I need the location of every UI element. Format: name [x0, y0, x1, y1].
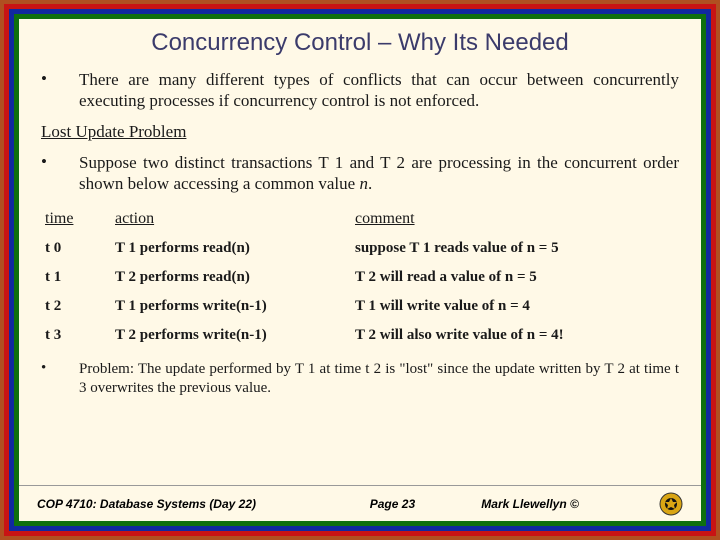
header-action: action [111, 204, 351, 234]
scenario-suffix: . [368, 174, 372, 193]
scenario-prefix: Suppose two distinct transactions T 1 an… [79, 153, 679, 193]
scenario-var: n [359, 174, 368, 193]
cell-comment: suppose T 1 reads value of n = 5 [351, 234, 679, 263]
bullet-marker: • [41, 69, 79, 112]
slide-footer: COP 4710: Database Systems (Day 22) Page… [19, 485, 701, 521]
cell-action: T 2 performs read(n) [111, 263, 351, 292]
slide-frame-outer: Concurrency Control – Why Its Needed • T… [0, 0, 720, 540]
section-heading: Lost Update Problem [41, 122, 679, 142]
cell-time: t 3 [41, 321, 111, 350]
slide-title: Concurrency Control – Why Its Needed [41, 29, 679, 57]
cell-time: t 0 [41, 234, 111, 263]
cell-action: T 1 performs read(n) [111, 234, 351, 263]
cell-comment: T 1 will write value of n = 4 [351, 292, 679, 321]
footer-page: Page 23 [304, 497, 482, 511]
slide-content: Concurrency Control – Why Its Needed • T… [19, 19, 701, 521]
problem-bullet: • Problem: The update performed by T 1 a… [41, 360, 679, 398]
table-row: t 3 T 2 performs write(n-1) T 2 will als… [41, 321, 679, 350]
slide-frame-green: Concurrency Control – Why Its Needed • T… [14, 14, 706, 526]
bullet-marker: • [41, 152, 79, 195]
intro-bullet: • There are many different types of conf… [41, 69, 679, 112]
cell-comment: T 2 will also write value of n = 4! [351, 321, 679, 350]
table-row: t 0 T 1 performs read(n) suppose T 1 rea… [41, 234, 679, 263]
header-comment: comment [351, 204, 679, 234]
table-header-row: time action comment [41, 204, 679, 234]
footer-author: Mark Llewellyn © [481, 497, 659, 511]
table-row: t 1 T 2 performs read(n) T 2 will read a… [41, 263, 679, 292]
table-row: t 2 T 1 performs write(n-1) T 1 will wri… [41, 292, 679, 321]
intro-text: There are many different types of confli… [79, 69, 679, 112]
scenario-bullet: • Suppose two distinct transactions T 1 … [41, 152, 679, 195]
timeline-table: time action comment t 0 T 1 performs rea… [41, 204, 679, 350]
cell-action: T 2 performs write(n-1) [111, 321, 351, 350]
ucf-logo-icon [659, 492, 683, 516]
scenario-text: Suppose two distinct transactions T 1 an… [79, 152, 679, 195]
cell-action: T 1 performs write(n-1) [111, 292, 351, 321]
header-time: time [41, 204, 111, 234]
problem-text: Problem: The update performed by T 1 at … [79, 360, 679, 398]
cell-comment: T 2 will read a value of n = 5 [351, 263, 679, 292]
footer-course: COP 4710: Database Systems (Day 22) [37, 497, 304, 511]
slide-frame-blue: Concurrency Control – Why Its Needed • T… [9, 9, 711, 531]
bullet-marker: • [41, 360, 79, 398]
cell-time: t 2 [41, 292, 111, 321]
slide-frame-red: Concurrency Control – Why Its Needed • T… [4, 4, 716, 536]
cell-time: t 1 [41, 263, 111, 292]
slide-body: Concurrency Control – Why Its Needed • T… [19, 19, 701, 485]
